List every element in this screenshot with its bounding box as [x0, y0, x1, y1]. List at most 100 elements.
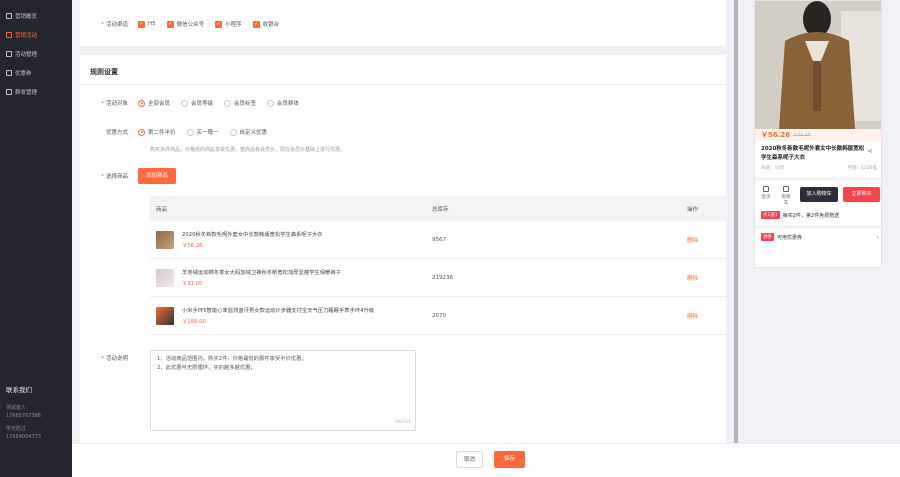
discount-custom[interactable]: 自定义优惠 [229, 128, 267, 136]
sidebar-item-activity-manage[interactable]: 活动管理 [0, 44, 72, 63]
product-thumbnail [156, 230, 174, 249]
channel-cashier[interactable]: ✓ 收银台 [252, 20, 279, 28]
promo-tag: 买1送1 [761, 211, 780, 219]
main-content: * 活动渠道 ✓ H5 ✓ 微信公众号 ✓ 小程序 ✓ 收银台 规则设置 * 活动对象 全部… [72, 0, 734, 443]
preview-product-title: 2020秋冬新款毛呢外套女中长款韩版宽松学生森系呢子大衣 [761, 146, 865, 161]
description-textarea[interactable]: 1、活动商品范围内，购买2件，价格最低的那件享受半价优惠； 2、此优惠可无限循环… [150, 350, 416, 431]
sidebar: 营销概览 营销活动 活动管理 优惠券 群发管理 联系我们 测试客人 176857… [0, 0, 72, 477]
megaphone-icon [6, 31, 12, 38]
list-icon [6, 50, 12, 57]
cart-tab[interactable]: 购物车 [780, 186, 792, 206]
table-row: 羊羔绒运动棉冬季女大码加绒卫裤秋冬新宽松加厚显瘦学生保暖裤子 ￥31.00 21… [150, 259, 728, 297]
share-icon[interactable]: ⋖ [867, 147, 873, 155]
price-bar: ￥56.26 ￥56.26 [755, 129, 881, 141]
product-thumbnail [156, 306, 174, 325]
coupon-tag: 领券 [761, 233, 774, 241]
chevron-right-icon: › [876, 233, 879, 241]
description-line: 2、此优惠可无限循环，买的越多越优惠； [157, 364, 256, 371]
home-icon [763, 186, 769, 192]
radio-icon[interactable] [267, 99, 275, 107]
sidebar-item-broadcast[interactable]: 群发管理 [0, 82, 72, 101]
sidebar-item-overview[interactable]: 营销概览 [0, 6, 72, 25]
buy-now-button[interactable]: 立即购买 [843, 187, 880, 202]
table-row: 小米手环5智能心率监测蓝牙男女款运动计步器支付宝天气压力睡眠手表手环4升级 ￥1… [150, 297, 728, 335]
chart-icon [6, 12, 12, 19]
product-thumbnail [156, 268, 174, 287]
delete-link[interactable]: 删除 [687, 312, 727, 320]
delete-link[interactable]: 删除 [687, 274, 727, 282]
product-price: ￥56.26 [182, 243, 203, 249]
target-member-level[interactable]: 会员等级 [181, 99, 213, 107]
discount-second-half[interactable]: 第二件半价 [138, 128, 176, 136]
discount-buy-one-get-one[interactable]: 买一赠一 [186, 128, 219, 136]
ticket-icon [6, 69, 12, 76]
target-all-members[interactable]: 全部会员 [138, 99, 170, 107]
product-select-row: * 选择商品 添加商品 [80, 168, 177, 184]
checkbox-checked-icon[interactable]: ✓ [215, 20, 223, 28]
divider [755, 177, 881, 181]
radio-icon[interactable] [229, 128, 237, 136]
channel-h5[interactable]: ✓ H5 [138, 20, 156, 28]
column-header-op: 操作 [687, 206, 699, 213]
checkbox-checked-icon[interactable]: ✓ [138, 20, 145, 28]
product-price: ￥31.00 [182, 281, 203, 287]
product-photo-illustration [755, 1, 881, 129]
char-counter: 48/200 [395, 419, 411, 425]
coupon-line[interactable]: 领券 可用优惠券 › [761, 233, 879, 241]
column-header-product: 商品 [156, 206, 168, 213]
product-photo [755, 1, 881, 129]
add-product-button[interactable]: 添加商品 [138, 168, 177, 184]
radio-icon[interactable] [186, 128, 194, 136]
contact-label: 学无胜过 [6, 426, 27, 432]
divider [755, 225, 881, 229]
product-meta: 快递：10元 月销：1220笔 [761, 165, 877, 171]
product-name: 小米手环5智能心率监测蓝牙男女款运动计步器支付宝天气压力睡眠手表手环4升级 [182, 308, 375, 314]
channel-miniprogram[interactable]: ✓ 小程序 [215, 20, 242, 28]
sidebar-item-campaign[interactable]: 营销活动 [0, 25, 72, 44]
contact-label: 测试客人 [6, 405, 27, 411]
product-name: 羊羔绒运动棉冬季女大码加绒卫裤秋冬新宽松加厚显瘦学生保暖裤子 [182, 270, 341, 276]
description-line: 1、活动商品范围内，购买2件，价格最低的那件享受半价优惠； [157, 356, 307, 362]
target-member-tag[interactable]: 会员标签 [224, 99, 256, 107]
checkbox-checked-icon[interactable]: ✓ [252, 20, 260, 28]
monthly-sales: 月销：1220笔 [847, 166, 877, 171]
table-header: 商品 总库存 操作 [150, 196, 728, 221]
coupon-text: 可用优惠券 [777, 234, 803, 241]
radio-icon[interactable] [181, 99, 189, 107]
discount-hint: 购买多件商品，价格低的商品享受优惠，若商品有会员价，则在会员价基础上进行优惠。 [150, 147, 346, 153]
cart-icon [783, 186, 789, 192]
save-button[interactable]: 保存 [494, 451, 526, 468]
home-tab[interactable]: 首页 [760, 186, 772, 200]
radio-selected-icon[interactable] [138, 128, 145, 136]
contact-phone: 17664004773 [6, 434, 41, 440]
promo-text: 每买2件，第2件免费赠送 [782, 212, 840, 219]
radio-selected-icon[interactable] [138, 99, 145, 107]
discount-row: 优惠方式 第二件半价 买一赠一 自定义优惠 [105, 128, 268, 136]
mobile-preview: ￥56.26 ￥56.26 2020秋冬新款毛呢外套女中长款韩版宽松学生森系呢子… [754, 0, 882, 268]
contact-section: 联系我们 测试客人 17685767386 学无胜过 17664004773 [6, 384, 68, 440]
channel-card: * 活动渠道 ✓ H5 ✓ 微信公众号 ✓ 小程序 ✓ 收银台 [80, 0, 726, 46]
delete-link[interactable]: 删除 [687, 236, 727, 244]
description-row: * 活动说明 [101, 356, 128, 362]
table-row: 2020秋冬新款毛呢外套女中长款韩版宽松学生森系呢子大衣 ￥56.26 9567… [150, 221, 728, 259]
channel-wechat[interactable]: ✓ 微信公众号 [166, 20, 204, 28]
send-icon [6, 88, 12, 95]
product-table: 商品 总库存 操作 2020秋冬新款毛呢外套女中长款韩版宽松学生森系呢子大衣 ￥… [150, 196, 728, 335]
product-stock: 9567 [432, 236, 446, 243]
contact-phone: 17685767386 [6, 413, 41, 419]
checkbox-checked-icon[interactable]: ✓ [166, 20, 174, 28]
product-stock: 219236 [432, 274, 453, 281]
original-price: ￥56.26 [793, 133, 811, 138]
product-name: 2020秋冬新款毛呢外套女中长款韩版宽松学生森系呢子大衣 [182, 232, 323, 238]
product-price: ￥189.00 [182, 319, 206, 325]
target-member-group[interactable]: 会员群体 [267, 99, 299, 107]
channel-row: * 活动渠道 ✓ H5 ✓ 微信公众号 ✓ 小程序 ✓ 收银台 [101, 20, 280, 28]
column-header-stock: 总库存 [432, 206, 449, 213]
add-to-cart-button[interactable]: 加入购物车 [800, 187, 838, 202]
cancel-button[interactable]: 取消 [456, 451, 484, 468]
contact-title: 联系我们 [6, 386, 32, 394]
radio-icon[interactable] [224, 99, 232, 107]
footer-bar: 取消 保存 [72, 443, 900, 477]
sidebar-item-coupon[interactable]: 优惠券 [0, 63, 72, 82]
shipping-fee: 快递：10元 [761, 166, 785, 171]
